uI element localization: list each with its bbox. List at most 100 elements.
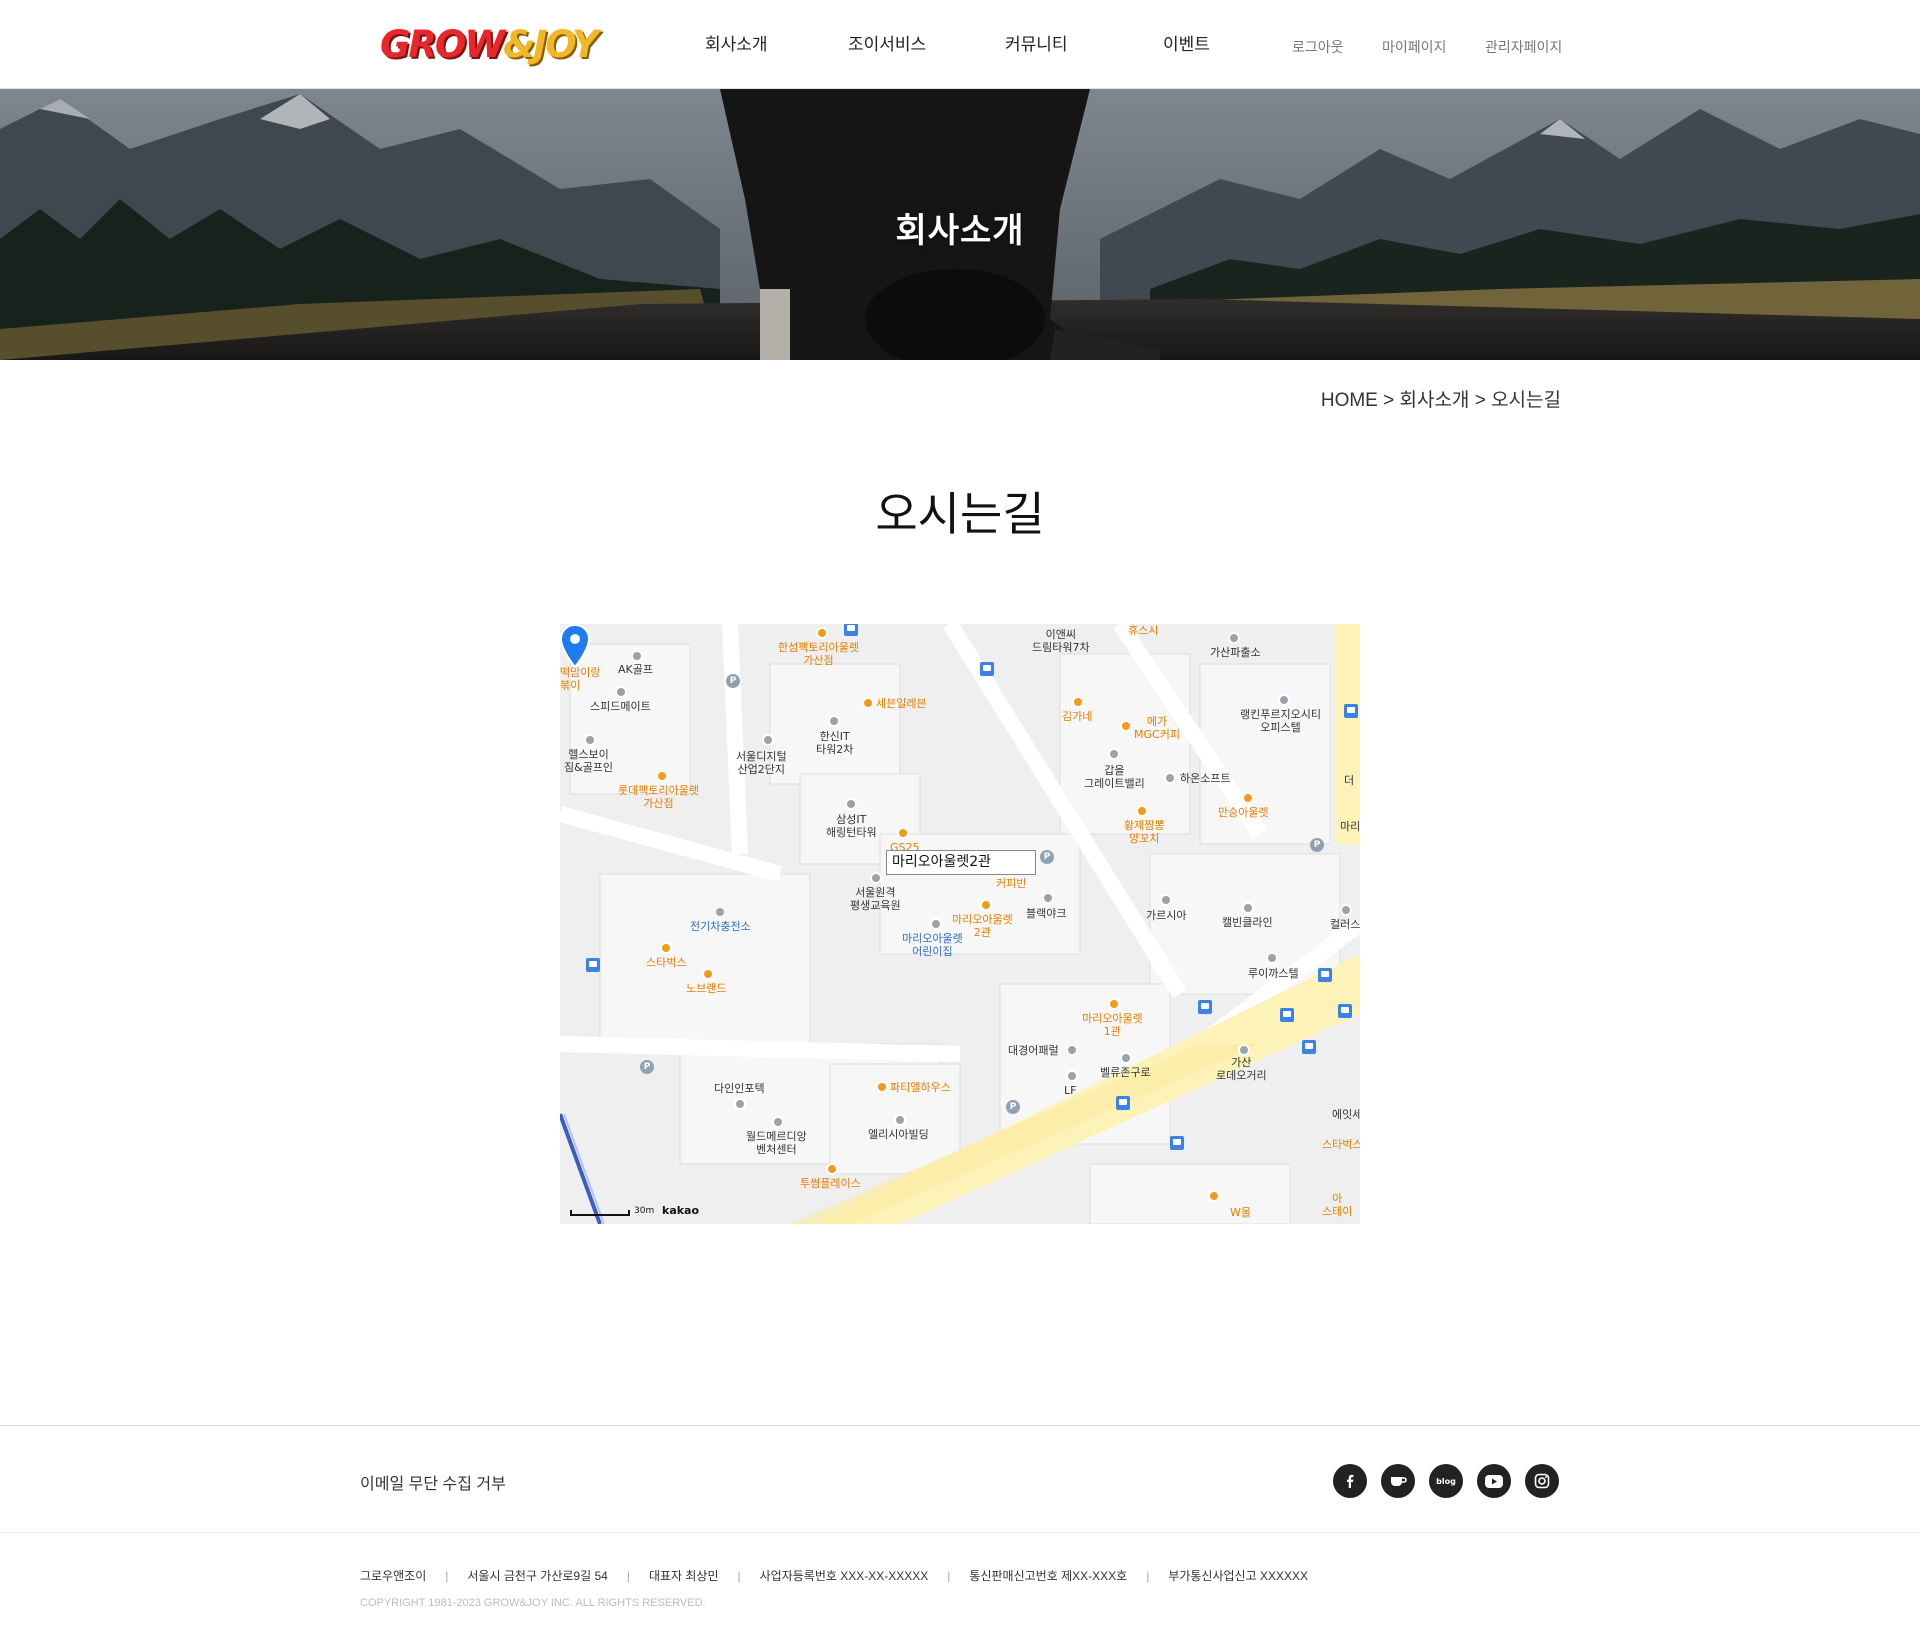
poi-marker[interactable] <box>870 872 882 884</box>
bus-stop-icon[interactable] <box>1198 1000 1212 1014</box>
poi-marker[interactable] <box>762 734 774 746</box>
poi-marker[interactable] <box>1160 894 1172 906</box>
poi-marker[interactable] <box>1108 998 1120 1010</box>
poi-marker[interactable] <box>1266 952 1278 964</box>
facebook-icon[interactable] <box>1333 1464 1367 1498</box>
poi-marker[interactable] <box>897 827 909 839</box>
footer-divider <box>0 1532 1920 1533</box>
poi-marker[interactable] <box>1120 1052 1132 1064</box>
map-label: 하온소프트 <box>1180 772 1231 785</box>
poi-marker[interactable] <box>980 899 992 911</box>
poi-marker[interactable] <box>1242 792 1254 804</box>
map-label: 서울원격 평생교육원 <box>850 886 901 912</box>
map-label: 블랙야크 <box>1026 907 1067 920</box>
poi-marker[interactable] <box>816 627 828 639</box>
kakao-logo[interactable]: kakao <box>662 1204 699 1217</box>
bus-stop-icon[interactable] <box>1302 1040 1316 1054</box>
poi-marker[interactable] <box>702 968 714 980</box>
map-info-window[interactable]: 마리오아울렛2관 <box>886 850 1036 875</box>
poi-marker[interactable] <box>631 650 643 662</box>
logout-link[interactable]: 로그아웃 <box>1292 37 1344 57</box>
bus-stop-icon[interactable] <box>1116 1096 1130 1110</box>
poi-marker[interactable] <box>772 1116 784 1128</box>
map-label: 떡맘이랑 볶이 <box>560 666 601 692</box>
map-label: 캘빈클라인 <box>1222 916 1273 929</box>
bus-stop-icon[interactable] <box>980 662 994 676</box>
nav-item-joy-service[interactable]: 조이서비스 <box>848 30 926 55</box>
bus-stop-icon[interactable] <box>1344 704 1358 718</box>
cafe-icon[interactable] <box>1381 1464 1415 1498</box>
map-label: 커피빈 <box>996 877 1027 890</box>
mypage-link[interactable]: 마이페이지 <box>1382 37 1446 57</box>
email-refuse-link[interactable]: 이메일 무단 수집 거부 <box>360 1470 506 1494</box>
poi-marker[interactable] <box>862 697 874 709</box>
bus-stop-icon[interactable] <box>844 624 858 636</box>
poi-marker[interactable] <box>930 918 942 930</box>
poi-marker[interactable] <box>1228 632 1240 644</box>
map-label: 엘리시아빌딩 <box>868 1128 929 1141</box>
poi-marker[interactable] <box>1340 904 1352 916</box>
logo-wordmark: GROW&JOY <box>380 22 599 66</box>
nav-item-event[interactable]: 이벤트 <box>1163 30 1210 55</box>
poi-marker[interactable] <box>1042 892 1054 904</box>
map-label: 더 <box>1344 774 1355 787</box>
map-label: 메가 MGC커피 <box>1134 715 1180 741</box>
map-label: 파티엘하우스 <box>890 1081 951 1094</box>
poi-marker[interactable] <box>656 770 668 782</box>
map-label: 마리오아울렛 1관 <box>1082 1012 1143 1038</box>
bus-stop-icon[interactable] <box>1318 968 1332 982</box>
location-map[interactable]: AK골프 스피드메이트 헬스보이 짐&골프인 롯데팩토리아울렛 가산점 서울디지… <box>560 624 1360 1224</box>
poi-marker[interactable] <box>845 798 857 810</box>
hero-banner: 회사소개 <box>0 89 1920 360</box>
poi-marker[interactable] <box>828 715 840 727</box>
poi-marker[interactable] <box>714 906 726 918</box>
poi-marker[interactable] <box>1242 902 1254 914</box>
poi-marker[interactable] <box>1164 772 1176 784</box>
company-address: 서울시 금천구 가산로9길 54 <box>467 1569 608 1583</box>
bus-stop-icon[interactable] <box>586 958 600 972</box>
company-ceo: 대표자 최상민 <box>648 1569 719 1583</box>
map-label: 롯데팩토리아울렛 가산점 <box>618 784 699 810</box>
site-header: GROW&JOY 회사소개 조이서비스 커뮤니티 이벤트 로그아웃 마이페이지 … <box>0 0 1920 89</box>
poi-marker[interactable] <box>894 1114 906 1126</box>
bus-stop-icon[interactable] <box>1170 1136 1184 1150</box>
youtube-icon[interactable] <box>1477 1464 1511 1498</box>
map-label: 마리 <box>1340 820 1360 833</box>
poi-marker[interactable] <box>584 734 596 746</box>
map-label: 만승아울렛 <box>1218 806 1269 819</box>
map-label: 헬스보이 짐&골프인 <box>564 748 614 774</box>
poi-marker[interactable] <box>1208 1190 1220 1202</box>
poi-marker[interactable] <box>734 1098 746 1110</box>
parking-icon: P <box>1006 1100 1020 1114</box>
poi-marker[interactable] <box>660 942 672 954</box>
poi-marker[interactable] <box>876 1081 888 1093</box>
admin-page-link[interactable]: 관리자페이지 <box>1485 37 1562 57</box>
nav-item-company[interactable]: 회사소개 <box>705 30 768 55</box>
location-pin-icon[interactable] <box>560 624 590 668</box>
poi-marker[interactable] <box>826 1163 838 1175</box>
poi-marker[interactable] <box>1278 694 1290 706</box>
map-label: 벨류존구로 <box>1100 1066 1151 1079</box>
page-title: 오시는길 <box>875 487 1045 541</box>
poi-marker[interactable] <box>1108 748 1120 760</box>
poi-marker[interactable] <box>1136 805 1148 817</box>
poi-marker[interactable] <box>1066 1070 1078 1082</box>
map-label: LF <box>1064 1084 1077 1097</box>
poi-marker[interactable] <box>1072 696 1084 708</box>
bus-stop-icon[interactable] <box>1280 1008 1294 1022</box>
site-logo[interactable]: GROW&JOY <box>376 18 599 70</box>
map-label: 세븐일레븐 <box>876 697 927 710</box>
map-label: 가산 로데오거리 <box>1216 1056 1267 1082</box>
poi-marker[interactable] <box>1120 720 1132 732</box>
blog-icon[interactable]: blog <box>1429 1464 1463 1498</box>
bus-stop-icon[interactable] <box>1338 1004 1352 1018</box>
poi-marker[interactable] <box>1238 1044 1250 1056</box>
instagram-icon[interactable] <box>1525 1464 1559 1498</box>
blog-icon-text: blog <box>1436 1476 1456 1486</box>
value-added-telecom-report: 부가통신사업신고 XXXXXX <box>1168 1569 1308 1583</box>
nav-item-community[interactable]: 커뮤니티 <box>1005 30 1068 55</box>
map-label: 노브랜드 <box>686 982 727 995</box>
poi-marker[interactable] <box>615 686 627 698</box>
poi-marker[interactable] <box>1066 1044 1078 1056</box>
parking-icon: P <box>640 1060 654 1074</box>
